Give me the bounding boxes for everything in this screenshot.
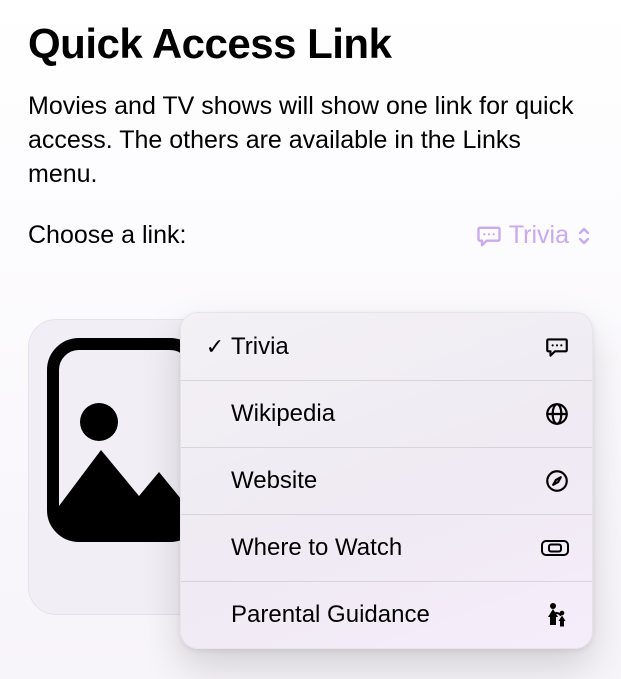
choose-link-label: Choose a link: bbox=[28, 221, 186, 250]
dropdown-item-label: Parental Guidance bbox=[231, 601, 538, 629]
chat-bubble-icon bbox=[475, 222, 503, 250]
dropdown-item-parental-guidance[interactable]: Parental Guidance bbox=[181, 581, 592, 648]
chat-bubble-icon bbox=[538, 334, 570, 360]
dropdown-item-label: Trivia bbox=[231, 333, 538, 361]
family-icon bbox=[538, 601, 570, 629]
globe-icon bbox=[538, 401, 570, 427]
check-icon: ✓ bbox=[199, 334, 231, 360]
image-placeholder-icon bbox=[47, 338, 202, 542]
compass-icon bbox=[538, 468, 570, 494]
dropdown-item-label: Where to Watch bbox=[231, 534, 538, 562]
ticket-icon bbox=[538, 535, 570, 561]
chevron-up-down-icon bbox=[575, 224, 593, 248]
link-dropdown: ✓ Trivia Wikipedia Website bbox=[180, 312, 593, 649]
page-description: Movies and TV shows will show one link f… bbox=[28, 90, 588, 191]
dropdown-item-label: Website bbox=[231, 467, 538, 495]
dropdown-item-website[interactable]: Website bbox=[181, 447, 592, 514]
dropdown-item-where-to-watch[interactable]: Where to Watch bbox=[181, 514, 592, 581]
page-title: Quick Access Link bbox=[28, 20, 593, 68]
dropdown-item-trivia[interactable]: ✓ Trivia bbox=[181, 313, 592, 380]
link-select-value: Trivia bbox=[509, 221, 569, 250]
dropdown-item-wikipedia[interactable]: Wikipedia bbox=[181, 380, 592, 447]
choose-link-row: Choose a link: Trivia bbox=[28, 221, 593, 250]
link-select[interactable]: Trivia bbox=[475, 221, 593, 250]
dropdown-item-label: Wikipedia bbox=[231, 400, 538, 428]
